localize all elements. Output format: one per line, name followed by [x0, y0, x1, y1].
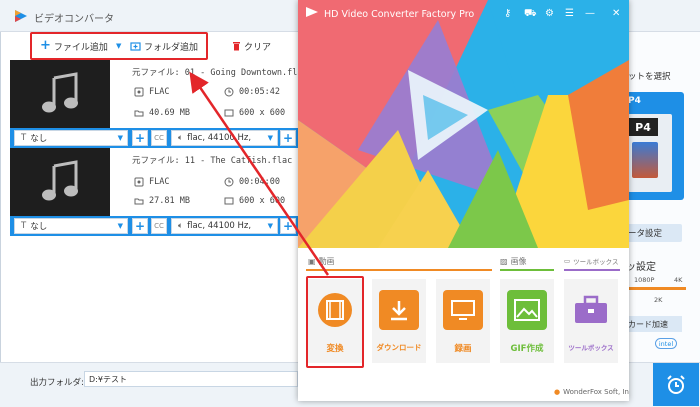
hardware-acceleration-button[interactable]: カード加速: [626, 316, 682, 332]
close-icon[interactable]: ✕: [612, 8, 620, 19]
text-icon: T: [21, 221, 27, 231]
toolbox-tile[interactable]: ツールボックス: [564, 279, 618, 363]
size-info: 40.69 MB: [134, 108, 190, 118]
image-icon: [507, 290, 547, 330]
key-icon[interactable]: ⚷: [504, 8, 511, 19]
settings-icon[interactable]: ⚙: [545, 8, 554, 19]
source-file-name: 元ファイル: 11 - The Catfish.flac: [132, 156, 293, 166]
image-section-line: [500, 269, 554, 271]
format-info: FLAC: [134, 87, 169, 97]
format-info: FLAC: [134, 177, 169, 187]
toolbox-section-header: ▭ ツールボックス: [564, 257, 619, 266]
quality-settings-label: ッ設定: [626, 262, 656, 273]
quality-slider[interactable]: [626, 287, 686, 290]
alarm-clock-button[interactable]: [653, 363, 699, 406]
launcher-title: HD Video Converter Factory Pro: [324, 9, 475, 20]
resolution-info: 600 x 600: [224, 108, 285, 118]
parameter-settings-button[interactable]: ータ設定: [626, 224, 682, 242]
intel-chip-badge: intel: [655, 338, 677, 349]
image-section-icon: ▨: [500, 257, 508, 266]
speaker-icon: 🔈︎: [178, 133, 184, 143]
res-4k-label: 4K: [674, 276, 683, 284]
subtitle-select[interactable]: T なし ▼: [14, 130, 128, 146]
add-subtitle-button[interactable]: +: [132, 130, 148, 146]
clock-icon: [224, 177, 234, 187]
chevron-down-icon: ▼: [267, 222, 273, 230]
video-section-line: [306, 269, 492, 271]
app-title: ビデオコンバータ: [34, 14, 114, 25]
duration-info: 00:04:00: [224, 177, 280, 187]
file-row-1[interactable]: 元ファイル: 01 - Going Downtown.flac FLAC 00:…: [10, 60, 308, 128]
resolution-icon: [224, 109, 234, 117]
file-row-2[interactable]: 元ファイル: 11 - The Catfish.flac FLAC 00:04:…: [10, 148, 298, 216]
file-options-bar-1: T なし ▼ + CC 🔈︎ flac, 44100 Hz, ▼ +: [10, 128, 298, 148]
toolbox-section-line: [564, 269, 620, 271]
audio-track-select[interactable]: 🔈︎ flac, 44100 Hz, ▼: [171, 130, 278, 146]
alarm-clock-icon: [667, 374, 685, 394]
launcher-logo-icon: [306, 7, 318, 17]
format-badge: P4: [628, 96, 641, 106]
music-note-icon: [42, 160, 78, 201]
audio-track-select[interactable]: 🔈︎ flac, 44100 Hz, ▼: [171, 218, 278, 234]
download-icon: [379, 290, 419, 330]
resolution-icon: [224, 197, 234, 205]
music-thumbnail: [10, 60, 110, 128]
folder-size-icon: [134, 198, 144, 205]
res-2k-label: 2K: [654, 296, 663, 304]
download-tile[interactable]: ダウンロード: [372, 279, 426, 363]
output-folder-field[interactable]: D:¥テスト: [84, 371, 298, 387]
format-icon: [134, 177, 144, 187]
toolbox-section-icon: ▭: [564, 257, 571, 265]
mp4-file-icon: P4: [628, 114, 672, 192]
resolution-info: 600 x 600: [224, 196, 285, 206]
clock-icon: [224, 87, 234, 97]
trash-icon: [233, 42, 240, 51]
select-format-label: ットを選択: [628, 72, 671, 82]
add-audio-button[interactable]: +: [280, 218, 296, 234]
cart-icon[interactable]: ⛟: [524, 8, 537, 21]
cc-icon: CC: [154, 222, 164, 230]
app-logo-icon: [15, 10, 27, 22]
copyright-text: ● WonderFox Soft, Inc: [554, 388, 629, 396]
chevron-down-icon: ▼: [117, 222, 123, 230]
folder-size-icon: [134, 110, 144, 117]
cc-button[interactable]: CC: [151, 218, 167, 234]
screen-record-icon: [443, 290, 483, 330]
menu-icon[interactable]: ☰: [565, 8, 574, 19]
output-folder-label: 出力フォルダ:: [30, 378, 84, 388]
gif-maker-tile[interactable]: GIF作成: [500, 279, 554, 363]
clear-label: クリア: [244, 42, 272, 53]
cc-button[interactable]: CC: [151, 130, 167, 146]
image-section-header: ▨ 画像: [500, 257, 527, 266]
output-format-tile[interactable]: P4 P4: [626, 92, 684, 200]
size-info: 27.81 MB: [134, 196, 190, 206]
text-icon: T: [21, 133, 27, 143]
subtitle-select[interactable]: T なし ▼: [14, 218, 128, 234]
file-options-bar-2: T なし ▼ + CC 🔈︎ flac, 44100 Hz, ▼ +: [10, 216, 298, 236]
chevron-down-icon: ▼: [267, 134, 273, 142]
record-tile[interactable]: 録画: [436, 279, 490, 363]
music-note-icon: [42, 72, 78, 113]
format-icon: [134, 87, 144, 97]
music-thumbnail: [10, 148, 110, 216]
launcher-banner-art: [298, 0, 629, 248]
clear-button[interactable]: クリア: [232, 38, 271, 54]
source-file-name: 元ファイル: 01 - Going Downtown.flac: [132, 68, 308, 78]
add-audio-button[interactable]: +: [280, 130, 296, 146]
res-1080-label: 1080P: [634, 276, 655, 284]
wonderfox-logo-icon: ●: [554, 388, 561, 396]
video-section-header: ▣ 動画: [308, 257, 335, 266]
speaker-icon: 🔈︎: [178, 221, 184, 231]
convert-tile-highlight-box: [306, 276, 364, 368]
duration-info: 00:05:42: [224, 87, 280, 97]
toolbox-icon: [571, 290, 611, 330]
cc-icon: CC: [154, 134, 164, 142]
video-section-icon: ▣: [308, 257, 316, 266]
add-subtitle-button[interactable]: +: [132, 218, 148, 234]
minimize-icon[interactable]: —: [585, 8, 595, 19]
toolbar-highlight-box: [30, 32, 208, 60]
chevron-down-icon: ▼: [117, 134, 123, 142]
